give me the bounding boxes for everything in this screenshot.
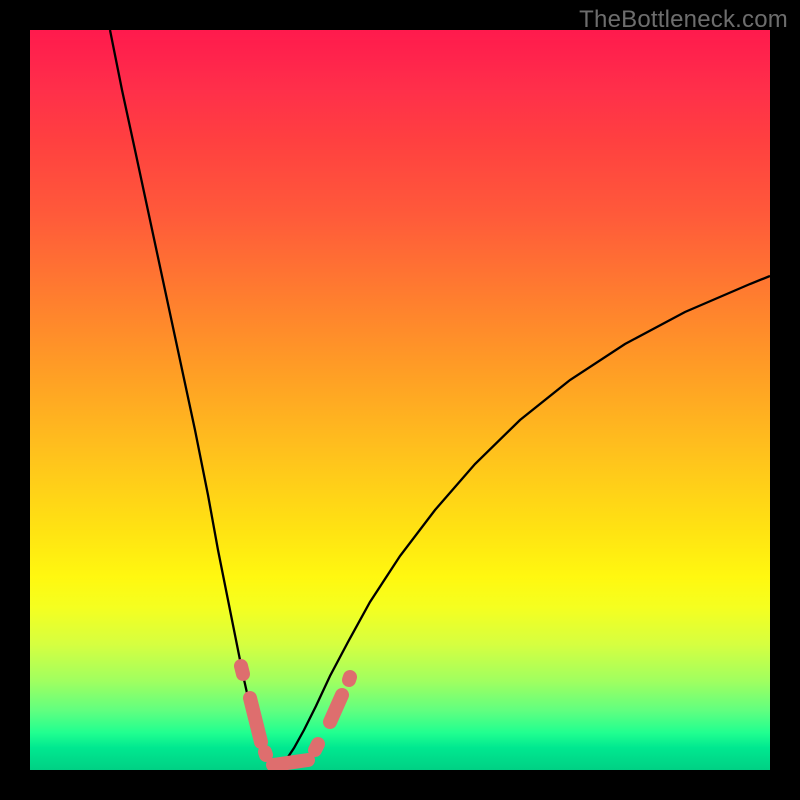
marker-dot-left-upper (241, 666, 243, 674)
curve-left-branch (110, 30, 278, 768)
marker-dot-right-lower (315, 744, 318, 750)
marker-dot-right-upper (349, 677, 350, 680)
marker-dot-left-lower (265, 752, 266, 755)
curve-right-branch (278, 276, 770, 768)
watermark-text: TheBottleneck.com (579, 6, 788, 34)
marker-seg-right (330, 695, 342, 722)
marker-group (241, 666, 350, 765)
outer-frame: TheBottleneck.com (0, 0, 800, 800)
marker-seg-left (250, 698, 261, 742)
marker-seg-bottom (273, 760, 308, 765)
plot-area (30, 30, 770, 770)
bottleneck-curve-svg (30, 30, 770, 770)
